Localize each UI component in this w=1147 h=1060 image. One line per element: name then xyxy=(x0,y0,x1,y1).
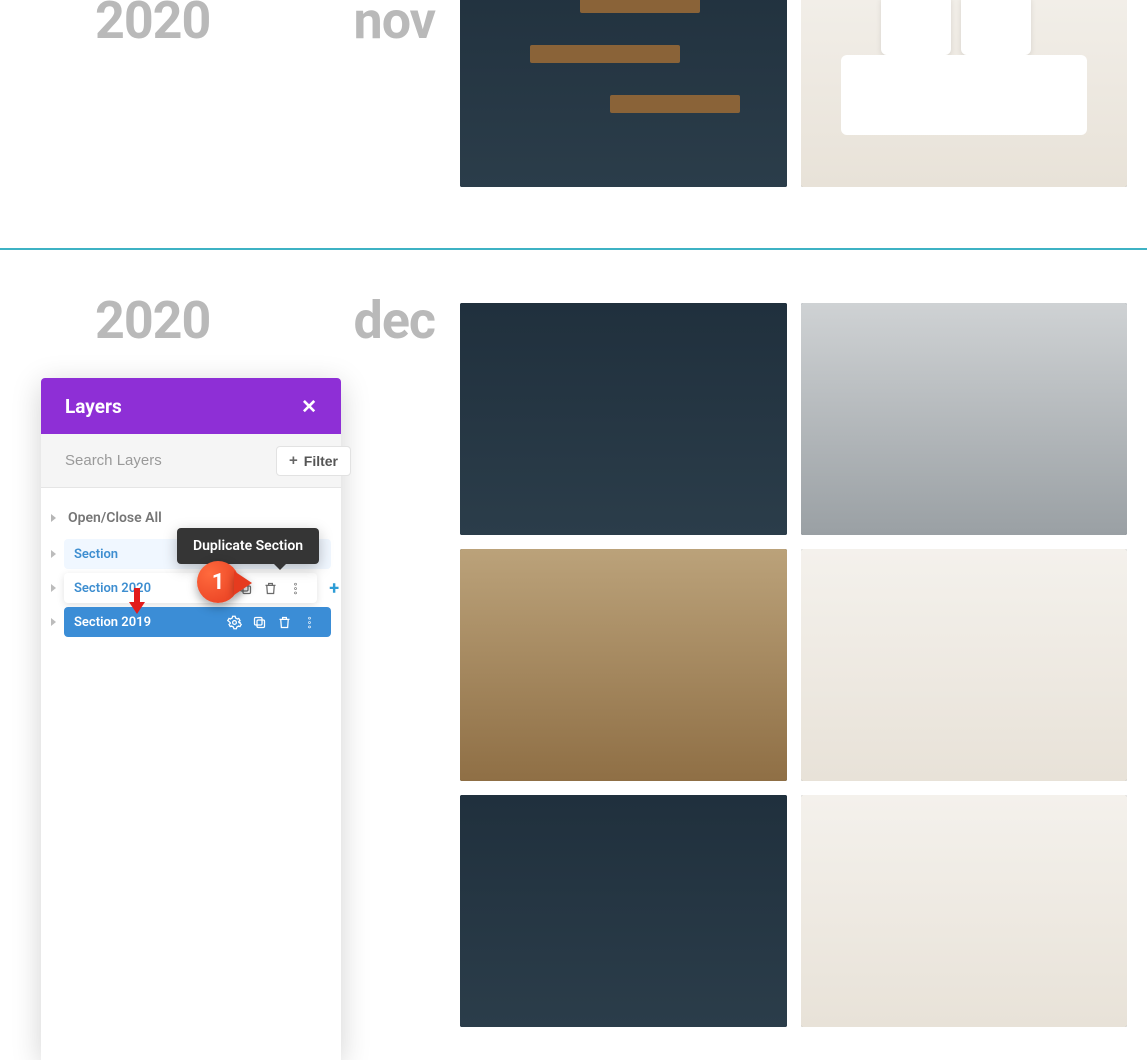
layer-label: Section xyxy=(74,547,118,562)
layers-panel-title: Layers xyxy=(65,395,122,418)
caret-icon xyxy=(51,550,56,558)
layer-pill[interactable]: Section 2019 xyxy=(64,607,331,637)
caret-icon xyxy=(51,618,56,626)
section-divider xyxy=(0,248,1147,250)
caret-icon xyxy=(51,514,56,522)
archive-header: 2020 nov xyxy=(95,0,435,51)
layer-item-selected[interactable]: Section 2019 xyxy=(41,606,341,638)
caret-icon xyxy=(51,584,56,592)
gallery-image[interactable] xyxy=(460,303,787,535)
gallery-image[interactable] xyxy=(460,549,787,781)
tooltip-duplicate-section: Duplicate Section xyxy=(177,528,319,564)
layers-panel: Layers ✕ + Filter Open/Close All Section… xyxy=(41,378,341,1060)
filter-label: Filter xyxy=(304,453,338,469)
layers-body: Open/Close All Section Section 2020 xyxy=(41,488,341,1060)
filter-button[interactable]: + Filter xyxy=(276,446,351,476)
delete-icon[interactable] xyxy=(277,615,292,630)
delete-icon[interactable] xyxy=(263,581,278,596)
layer-label: Section 2019 xyxy=(74,615,151,630)
archive-year: 2020 xyxy=(95,0,210,51)
gallery-image[interactable] xyxy=(801,303,1128,535)
settings-icon[interactable] xyxy=(227,615,242,630)
duplicate-icon[interactable] xyxy=(252,615,267,630)
archive-month: dec xyxy=(354,290,435,351)
gallery-image[interactable] xyxy=(460,0,787,187)
layer-label: Section 2020 xyxy=(74,581,151,596)
archive-year: 2020 xyxy=(95,290,210,351)
archive-section-nov: 2020 nov xyxy=(0,0,1147,248)
gallery-image[interactable] xyxy=(801,549,1128,781)
open-close-all-label: Open/Close All xyxy=(68,510,162,526)
gallery-image[interactable] xyxy=(801,795,1128,1027)
gallery-nov xyxy=(460,0,1127,187)
layer-item-active[interactable]: Section 2020 + xyxy=(41,572,341,604)
layers-search-row: + Filter xyxy=(41,434,341,488)
close-icon[interactable]: ✕ xyxy=(301,395,317,418)
archive-month: nov xyxy=(354,0,435,51)
plus-icon: + xyxy=(289,453,298,468)
gallery-dec xyxy=(460,303,1127,1027)
more-icon[interactable] xyxy=(302,615,317,630)
layer-actions xyxy=(213,581,307,596)
gallery-image[interactable] xyxy=(801,0,1128,187)
gallery-image[interactable] xyxy=(460,795,787,1027)
layer-pill[interactable]: Section 2020 xyxy=(64,573,317,603)
add-section-button[interactable]: + xyxy=(329,578,339,599)
archive-header: 2020 dec xyxy=(95,290,435,351)
search-input[interactable] xyxy=(53,444,276,477)
settings-icon[interactable] xyxy=(213,581,228,596)
layer-actions xyxy=(227,615,321,630)
duplicate-icon[interactable] xyxy=(238,581,253,596)
more-icon[interactable] xyxy=(288,581,303,596)
layers-panel-header: Layers ✕ xyxy=(41,378,341,434)
